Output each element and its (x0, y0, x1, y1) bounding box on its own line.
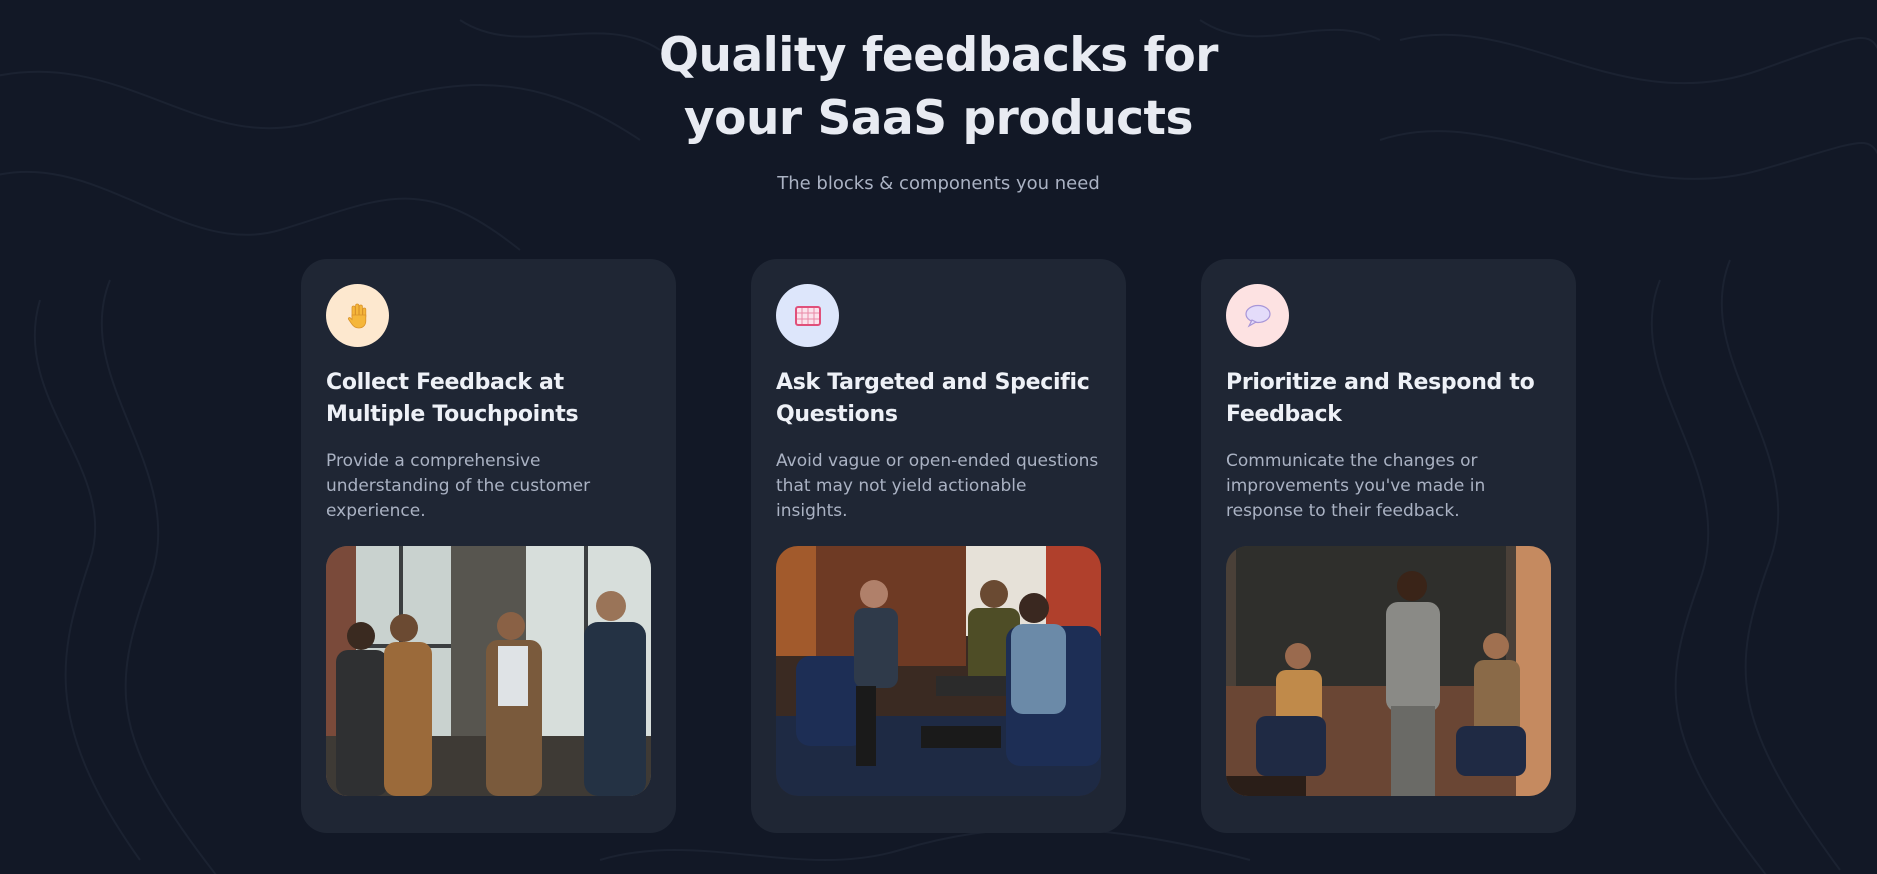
feature-card-ask-questions: Ask Targeted and Specific Questions Avoi… (751, 259, 1126, 833)
page-title: Quality feedbacks for your SaaS products (579, 24, 1299, 150)
card-description: Communicate the changes or improvements … (1226, 451, 1486, 521)
feature-card-prioritize-respond: Prioritize and Respond to Feedback Commu… (1201, 259, 1576, 833)
card-icon-badge (1226, 284, 1289, 347)
card-title: Ask Targeted and Specific Questions (776, 370, 1090, 427)
card-icon-badge (776, 284, 839, 347)
page-subtitle: The blocks & components you need (777, 173, 1100, 194)
card-photo-panel-discussion (776, 546, 1101, 796)
card-title: Prioritize and Respond to Feedback (1226, 370, 1535, 427)
hero-header: Quality feedbacks for your SaaS products… (0, 24, 1877, 196)
card-photo-speaker-on-stage (1226, 546, 1551, 796)
raised-hand-icon (347, 303, 366, 328)
card-icon-badge (326, 284, 389, 347)
feature-card-collect-feedback: Collect Feedback at Multiple Touchpoints… (301, 259, 676, 833)
card-photo-men-in-suits (326, 546, 651, 796)
page-title-line-2: your SaaS products (684, 91, 1193, 146)
speech-bubble-icon (1244, 304, 1271, 328)
card-title: Collect Feedback at Multiple Touchpoints (326, 370, 579, 427)
card-description: Avoid vague or open-ended questions that… (776, 451, 1099, 521)
card-description: Provide a comprehensive understanding of… (326, 451, 591, 521)
goal-net-icon (794, 305, 821, 326)
page-title-line-1: Quality feedbacks for (659, 28, 1218, 83)
